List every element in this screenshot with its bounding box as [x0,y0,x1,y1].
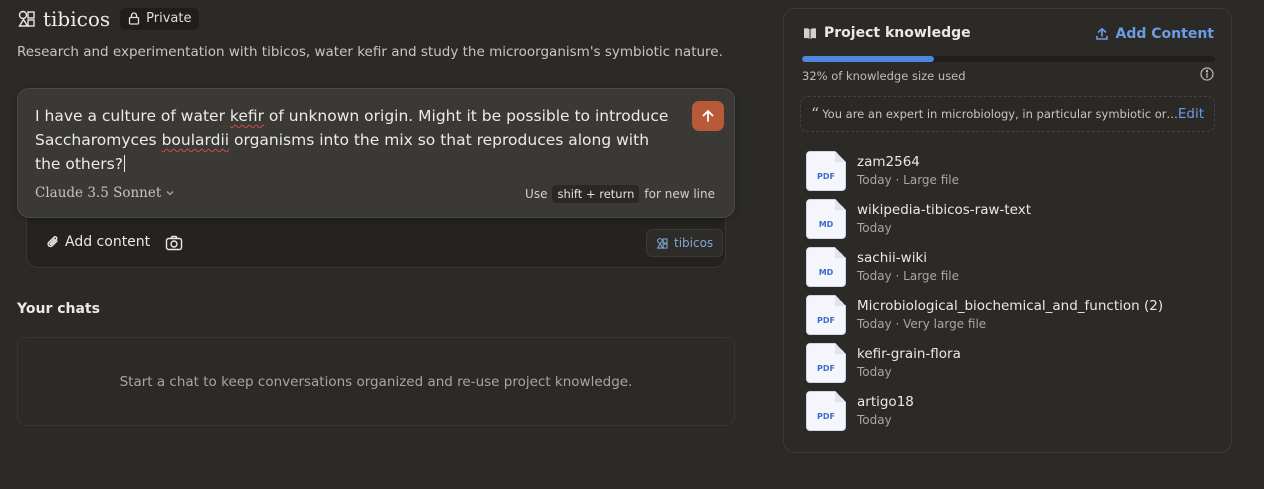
add-content-knowledge-button[interactable]: Add Content [1095,26,1214,42]
file-name: wikipedia-tibicos-raw-text [857,202,1032,218]
paperclip-icon [47,236,58,248]
file-thumbnail-icon: MD [806,199,846,239]
knowledge-file[interactable]: MD sachii-wiki Today · Large file [806,243,1216,291]
file-type-label: PDF [817,172,835,181]
file-name: Microbiological_biochemical_and_function… [857,298,1164,314]
project-knowledge-panel: Project knowledge Add Content 32% of kno… [783,8,1232,453]
knowledge-usage-text: 32% of knowledge size used [802,69,966,83]
file-thumbnail-icon: PDF [806,295,846,335]
file-thumbnail-icon: PDF [806,151,846,191]
chats-empty-state: Start a chat to keep conversations organ… [17,337,735,426]
file-name: kefir-grain-flora [857,346,961,362]
knowledge-title: Project knowledge [803,25,971,41]
edit-instructions-button[interactable]: Edit [1178,106,1204,122]
upload-icon [1095,27,1108,40]
add-content-button[interactable]: Add content [46,234,150,250]
private-label: Private [146,11,192,26]
your-chats-heading: Your chats [17,301,100,317]
message-composer[interactable]: I have a culture of water kefir of unkno… [17,88,735,218]
camera-icon[interactable] [165,234,183,252]
file-thumbnail-icon: PDF [806,343,846,383]
file-meta: Today · Large file [857,173,959,187]
shortcut-keys: shift + return [552,185,640,203]
book-icon [804,27,816,39]
file-type-label: PDF [817,316,835,325]
file-meta: Today [857,413,892,427]
file-type-label: MD [818,220,834,229]
knowledge-file[interactable]: PDF zam2564 Today · Large file [806,147,1216,195]
file-type-label: MD [818,268,834,277]
private-badge[interactable]: Private [120,8,200,30]
arrow-up-icon [702,110,714,122]
newline-hint: Use shift + return for new line [525,185,715,203]
project-chip[interactable]: tibicos [646,229,724,257]
knowledge-file-list: PDF zam2564 Today · Large file MD wikipedia-… [806,147,1216,435]
file-meta: Today · Very large file [857,317,987,331]
text-caret [123,155,125,172]
knowledge-file[interactable]: PDF kefir-grain-flora Today [806,339,1216,387]
shapes-icon [656,237,668,249]
knowledge-file[interactable]: PDF artigo18 Today [806,387,1216,435]
knowledge-usage-fill [802,56,935,62]
spellcheck-word: boulardii [161,131,230,149]
project-instructions[interactable]: “ You are an expert in microbiology, in … [800,96,1215,132]
message-input[interactable]: I have a culture of water kefir of unkno… [35,104,675,176]
model-selector[interactable]: Claude 3.5 Sonnet [35,185,175,201]
project-description: Research and experimentation with tibico… [17,44,723,60]
knowledge-usage-bar [802,56,1215,62]
file-name: zam2564 [857,154,920,170]
file-meta: Today · Large file [857,269,959,283]
chats-empty-text: Start a chat to keep conversations organ… [119,373,633,390]
info-icon[interactable] [1200,67,1214,81]
knowledge-file[interactable]: PDF Microbiological_biochemical_and_funct… [806,291,1216,339]
project-header: tibicos Private [17,6,200,32]
file-name: sachii-wiki [857,250,928,266]
project-chip-label: tibicos [674,236,714,250]
file-meta: Today [857,365,892,379]
file-name: artigo18 [857,394,914,410]
file-type-label: PDF [817,364,835,373]
knowledge-file[interactable]: MD wikipedia-tibicos-raw-text Today [806,195,1216,243]
add-content-label: Add content [65,234,151,250]
quote-icon: “ [811,104,820,123]
shapes-icon [18,10,35,27]
file-meta: Today [857,221,892,235]
file-type-label: PDF [817,412,835,421]
spellcheck-word: kefir [229,107,264,125]
file-thumbnail-icon: PDF [806,391,846,431]
model-name: Claude 3.5 Sonnet [35,185,162,201]
file-thumbnail-icon: MD [806,247,846,287]
send-button[interactable] [692,101,724,131]
chevron-down-icon [166,191,174,196]
lock-icon [128,12,140,25]
project-title: tibicos [43,7,111,31]
instructions-text: You are an expert in microbiology, in pa… [822,107,1178,121]
